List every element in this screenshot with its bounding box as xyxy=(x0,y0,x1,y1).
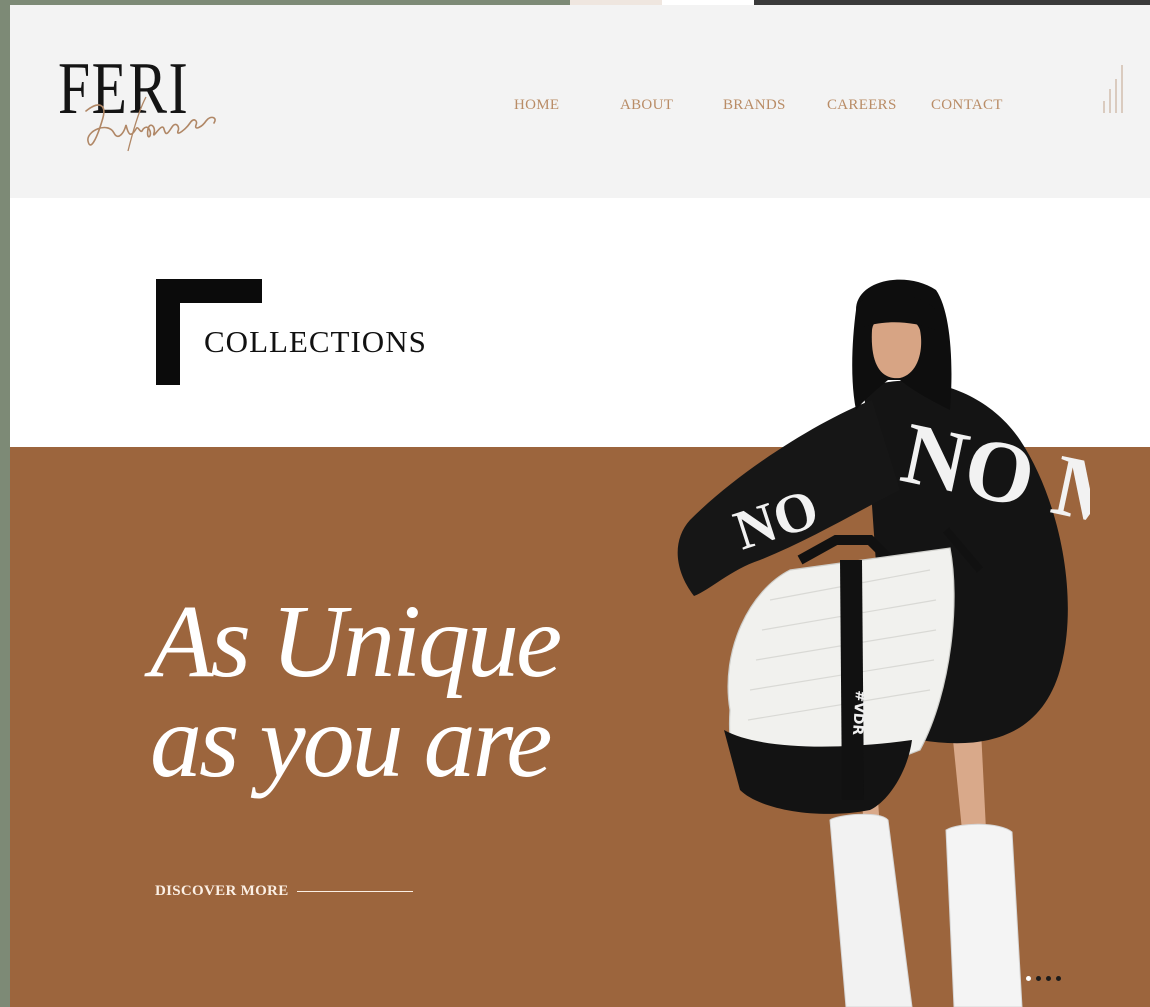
discover-more-line xyxy=(296,890,413,892)
nav-brands[interactable]: BRANDS xyxy=(723,97,786,114)
discover-more-link[interactable]: DISCOVER MORE xyxy=(155,881,413,901)
site-header: FERI HOME ABOUT BRANDS CAREERS CONTACT xyxy=(10,5,1150,198)
section-title: COLLECTIONS xyxy=(204,324,427,359)
main-nav: HOME ABOUT BRANDS CAREERS CONTACT xyxy=(10,97,1150,121)
headline-line-1: As Unique xyxy=(150,584,562,699)
nav-careers[interactable]: CAREERS xyxy=(827,97,897,114)
nav-contact[interactable]: CONTACT xyxy=(931,97,1003,114)
page: FERI HOME ABOUT BRANDS CAREERS CONTACT C… xyxy=(10,0,1150,1007)
nav-home[interactable]: HOME xyxy=(514,97,559,114)
logo-script-signature xyxy=(85,96,216,152)
slider-dot-1[interactable] xyxy=(1026,976,1031,981)
nav-about[interactable]: ABOUT xyxy=(620,97,673,114)
headline-line-2: as you are xyxy=(150,684,552,799)
discover-more-label: DISCOVER MORE xyxy=(155,882,289,899)
slider-dot-4[interactable] xyxy=(1056,976,1061,981)
slider-pagination xyxy=(1026,976,1061,981)
slider-dot-2[interactable] xyxy=(1036,976,1041,981)
hero-headline: As Unique as you are xyxy=(150,584,562,799)
hero-model-image: NO ME NO #VDR xyxy=(677,279,1090,1007)
bag-strap-lettering: #VDR xyxy=(849,690,868,736)
slider-dot-3[interactable] xyxy=(1046,976,1051,981)
menu-bars-icon[interactable] xyxy=(1100,63,1126,115)
